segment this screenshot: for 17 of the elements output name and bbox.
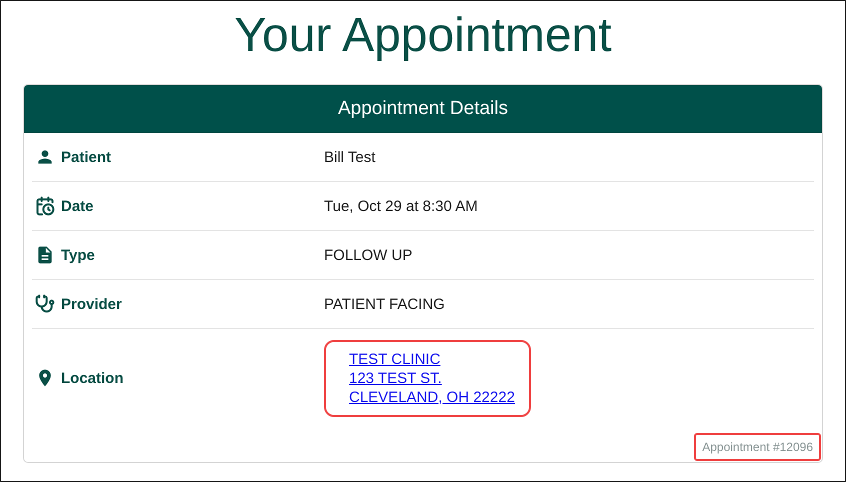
detail-label: Provider [61,296,122,312]
detail-label: Date [61,198,94,214]
detail-label: Type [61,246,95,264]
detail-value: PATIENT FACING [324,296,445,312]
address-link[interactable]: CLEVELAND, OH 22222 [349,388,515,406]
detail-label: Patient [61,148,112,166]
appointment-number: Appointment #12096 [694,433,821,461]
calendar-clock-icon [35,196,55,216]
address-link[interactable]: TEST CLINIC [349,350,515,368]
detail-value: FOLLOW UP [324,246,412,264]
card-title: Appointment Details [338,98,508,120]
address-link[interactable]: 123 TEST ST. [349,368,515,388]
detail-label: Location [61,370,124,386]
detail-value: Bill Test [324,148,376,166]
page-title: Your Appointment [234,8,612,64]
stethoscope-icon [35,294,55,314]
detail-value: Tue, Oct 29 at 8:30 AM [324,198,478,214]
